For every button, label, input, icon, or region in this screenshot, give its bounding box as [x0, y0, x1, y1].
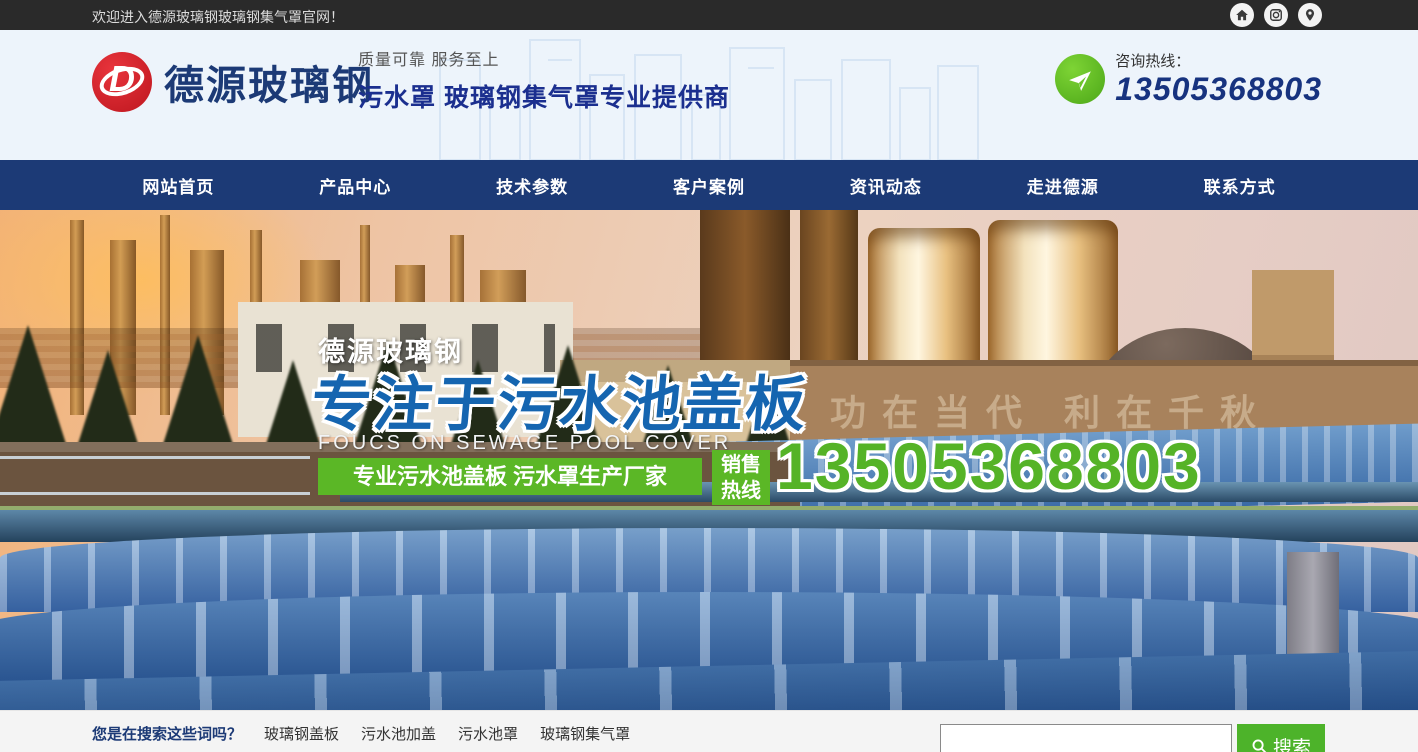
- location-icon[interactable]: [1298, 3, 1322, 27]
- sales-badge-line1: 销售: [712, 452, 770, 478]
- search-input[interactable]: [940, 724, 1232, 752]
- nav-item-products[interactable]: 产品中心: [267, 160, 444, 210]
- camera-icon[interactable]: [1264, 3, 1288, 27]
- keyword-link-2[interactable]: 污水池加盖: [361, 723, 436, 744]
- nav-item-about[interactable]: 走进德源: [974, 160, 1151, 210]
- logo-letter: D: [92, 58, 152, 100]
- company-name: 德源玻璃钢: [164, 53, 374, 111]
- hotline-number: 13505368803: [1115, 71, 1322, 108]
- slogan-small: 质量可靠 服务至上: [358, 46, 730, 70]
- nav-item-news[interactable]: 资讯动态: [797, 160, 974, 210]
- keyword-link-4[interactable]: 玻璃钢集气罩: [540, 723, 630, 744]
- search-prompt: 您是在搜索这些词吗？: [92, 723, 242, 744]
- hero-tagline-bar: 专业污水池盖板 污水罩生产厂家: [318, 458, 702, 495]
- search-strip: 您是在搜索这些词吗？ 玻璃钢盖板 污水池加盖 污水池罩 玻璃钢集气罩 搜索: [0, 710, 1418, 752]
- magnifier-icon: [1251, 738, 1268, 752]
- sales-phone-number: 13505368803: [776, 428, 1202, 504]
- hero-title: 专注于污水池盖板: [308, 356, 812, 443]
- hotline: 咨询热线： 13505368803: [1055, 50, 1322, 108]
- topbar-social-icons: [1230, 3, 1322, 27]
- site-header: D 德源玻璃钢 质量可靠 服务至上 污水罩 玻璃钢集气罩专业提供商 咨询热线： …: [0, 30, 1418, 160]
- sales-hotline-badge: 销售 热线: [712, 450, 770, 505]
- keyword-link-3[interactable]: 污水池罩: [458, 723, 518, 744]
- paper-plane-icon: [1055, 54, 1105, 104]
- slogan-main: 污水罩 玻璃钢集气罩专业提供商: [358, 78, 730, 114]
- nav-item-home[interactable]: 网站首页: [90, 160, 267, 210]
- home-icon[interactable]: [1230, 3, 1254, 27]
- search-button-label: 搜索: [1273, 733, 1311, 752]
- logo[interactable]: D 德源玻璃钢: [92, 52, 374, 112]
- keyword-link-1[interactable]: 玻璃钢盖板: [264, 723, 339, 744]
- hero-scene-layer: [0, 456, 310, 459]
- search-button[interactable]: 搜索: [1237, 724, 1325, 752]
- welcome-text: 欢迎进入德源玻璃钢玻璃钢集气罩官网！: [92, 7, 344, 27]
- top-bar: 欢迎进入德源玻璃钢玻璃钢集气罩官网！: [0, 0, 1418, 30]
- hero-subtitle-en: FOUCS ON SEWAGE POOL COVER: [318, 432, 731, 455]
- header-slogan: 质量可靠 服务至上 污水罩 玻璃钢集气罩专业提供商: [358, 46, 730, 114]
- nav-item-contact[interactable]: 联系方式: [1151, 160, 1328, 210]
- hero-scene-layer: [0, 492, 310, 495]
- hotline-label: 咨询热线：: [1115, 50, 1322, 71]
- nav-item-cases[interactable]: 客户案例: [621, 160, 798, 210]
- sales-badge-line2: 热线: [712, 478, 770, 504]
- hero-banner[interactable]: 功在当代 利在千秋 德源玻璃钢 专注于污水池盖板 FOUCS ON SEWAGE…: [0, 210, 1418, 710]
- nav-item-specs[interactable]: 技术参数: [444, 160, 621, 210]
- logo-icon: D: [92, 52, 152, 112]
- main-nav: 网站首页 产品中心 技术参数 客户案例 资讯动态 走进德源 联系方式: [0, 160, 1418, 210]
